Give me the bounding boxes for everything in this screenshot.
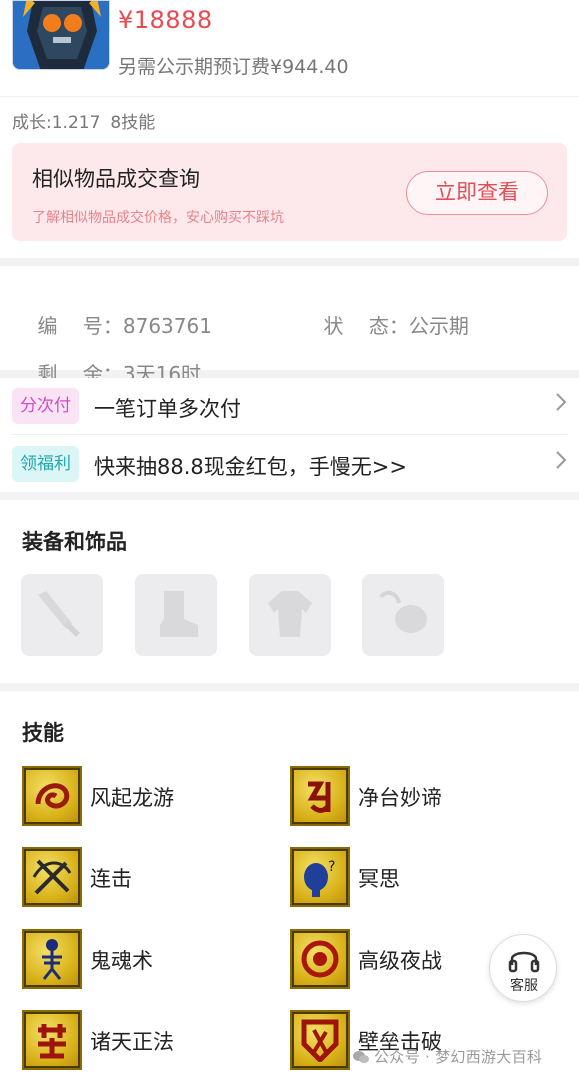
eye-icon — [290, 929, 350, 989]
growth-value: 成长:1.217 — [12, 113, 101, 133]
watermark: 公众号 · 梦幻西游大百科 — [352, 1046, 542, 1067]
divider — [0, 96, 579, 97]
installment-text: 一笔订单多次付 — [94, 397, 241, 421]
skill-item[interactable]: ? 冥思 — [290, 847, 540, 909]
welfare-row[interactable]: 领福利 快来抽88.8现金红包，手慢无>> — [12, 436, 567, 492]
headset-icon — [508, 951, 540, 973]
equipment-slot-weapon[interactable] — [21, 574, 103, 656]
necklace-icon — [379, 590, 427, 633]
welfare-text: 快来抽88.8现金红包，手慢无>> — [94, 455, 407, 479]
svg-text:?: ? — [328, 859, 335, 875]
skill-item[interactable]: 净台妙谛 — [290, 766, 540, 828]
chevron-right-icon — [555, 450, 567, 476]
wechat-icon — [353, 1051, 369, 1063]
installment-row[interactable]: 分次付 一笔订单多次付 — [12, 378, 567, 434]
skill-count: 8技能 — [110, 113, 156, 133]
item-header: ¥18888 另需公示期预订费¥944.40 成长:1.217 8技能 相似物品成… — [0, 0, 579, 258]
skill-name: 高级夜战 — [358, 949, 442, 973]
equipment-slot-accessory[interactable] — [362, 574, 444, 656]
skeleton-icon — [22, 929, 82, 989]
installment-tag: 分次付 — [12, 388, 79, 424]
skill-name: 连击 — [90, 867, 132, 891]
boots-icon — [160, 591, 198, 637]
status-row: 状 态：公示期 — [298, 286, 469, 363]
payment-options: 分次付 一笔订单多次付 领福利 快来抽88.8现金红包，手慢无>> — [0, 378, 579, 492]
skill-name: 风起龙游 — [90, 786, 174, 810]
skill-name: 冥思 — [358, 867, 400, 891]
customer-service-button[interactable]: 客服 — [489, 934, 557, 1002]
growth-summary: 成长:1.217 8技能 — [12, 108, 165, 133]
promo-title: 相似物品成交查询 — [32, 167, 200, 191]
skill-name: 鬼魂术 — [90, 949, 153, 973]
skills-title: 技能 — [22, 721, 64, 745]
status-label: 状 态： — [323, 314, 409, 338]
skill-name: 诸天正法 — [90, 1030, 174, 1054]
equipment-slot-boots[interactable] — [135, 574, 217, 656]
deposit-fee: 另需公示期预订费¥944.40 — [118, 56, 349, 78]
shield-break-icon — [290, 1010, 350, 1070]
skill-item[interactable]: 鬼魂术 — [22, 929, 272, 991]
dragon-icon — [22, 766, 82, 826]
seal-icon — [22, 1010, 82, 1070]
crossed-swords-icon — [22, 847, 82, 907]
item-price: ¥18888 — [118, 6, 213, 34]
rune-icon — [290, 766, 350, 826]
welfare-tag: 领福利 — [12, 446, 79, 482]
promo-subtitle: 了解相似物品成交价格，安心购买不踩坑 — [32, 210, 284, 226]
armor-icon — [268, 591, 312, 637]
watermark-text: 公众号 · 梦幻西游大百科 — [374, 1048, 543, 1066]
similar-deals-banner[interactable]: 相似物品成交查询 了解相似物品成交价格，安心购买不踩坑 立即查看 — [12, 143, 567, 241]
divider — [12, 434, 567, 435]
equipment-section: 装备和饰品 — [0, 500, 579, 683]
meditation-icon: ? — [290, 847, 350, 907]
chevron-right-icon — [555, 392, 567, 418]
item-info: 编 号：8763761 状 态：公示期 剩 余：3天16时 — [0, 266, 579, 386]
skill-item[interactable]: 诸天正法 — [22, 1010, 272, 1072]
view-now-button[interactable]: 立即查看 — [406, 171, 548, 215]
item-avatar[interactable] — [12, 0, 110, 70]
skill-name: 净台妙谛 — [358, 786, 442, 810]
status-value: 公示期 — [408, 314, 469, 338]
skills-section: 技能 风起龙游 净台妙谛 连击 ? 冥思 鬼魂术 高级夜战 诸天正法 壁垒击破 — [0, 691, 579, 1080]
equipment-title: 装备和饰品 — [22, 530, 127, 554]
sword-icon — [38, 591, 80, 637]
skill-item[interactable]: 连击 — [22, 847, 272, 909]
skill-item[interactable]: 风起龙游 — [22, 766, 272, 828]
equipment-slot-armor[interactable] — [249, 574, 331, 656]
service-label: 客服 — [510, 978, 538, 994]
